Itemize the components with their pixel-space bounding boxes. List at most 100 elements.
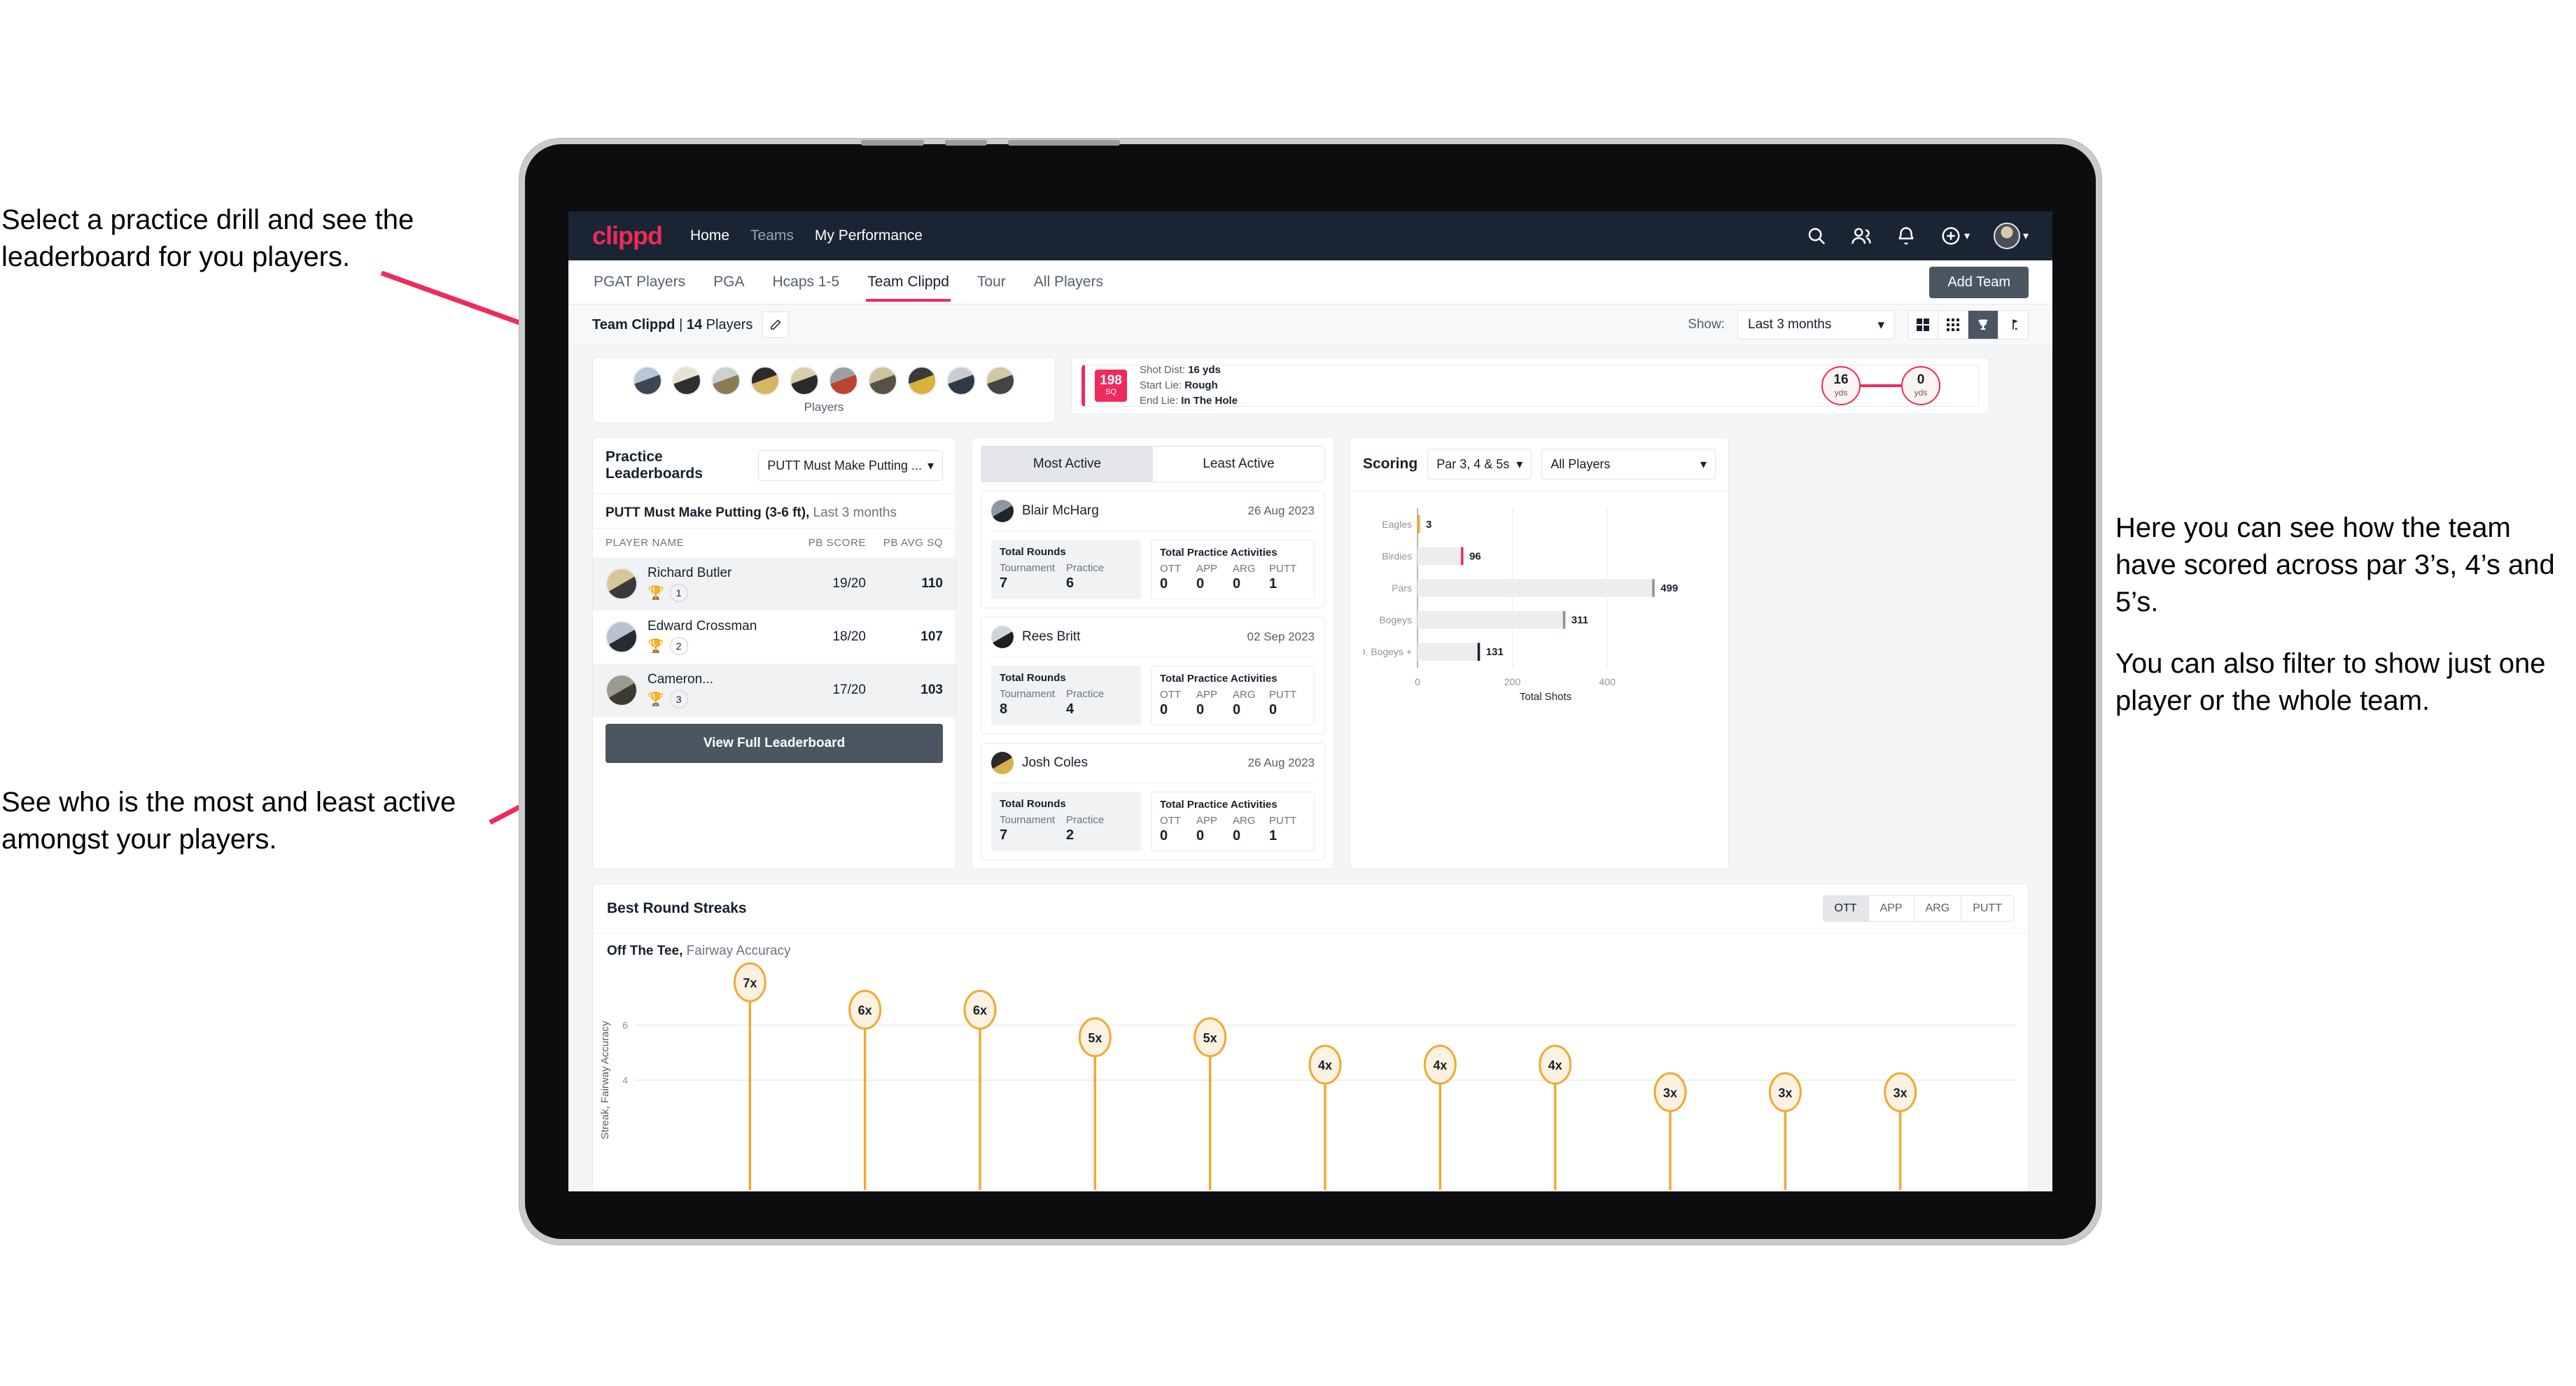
team-name: Team Clippd	[592, 316, 676, 332]
last-activity-date: 02 Sep 2023	[1247, 630, 1315, 643]
drill-select[interactable]: PUTT Must Make Putting ... ▾	[758, 450, 943, 481]
tab-hcaps-1-5[interactable]: Hcaps 1-5	[771, 262, 841, 302]
bar-end-cap	[1461, 547, 1464, 566]
app-stat: APP 0	[1196, 563, 1233, 592]
player-avatar[interactable]	[750, 366, 780, 396]
value-label: 3	[1426, 519, 1432, 531]
player-avatar[interactable]	[907, 366, 937, 396]
streaks-subtitle: Off The Tee, Fairway Accuracy	[593, 933, 2028, 959]
player-filter-select[interactable]: All Players ▾	[1541, 449, 1716, 479]
end-distance-circle: 0 yds	[1901, 366, 1940, 405]
player-avatar[interactable]	[868, 366, 897, 396]
search-icon[interactable]	[1806, 225, 1827, 246]
clippd-logo[interactable]: clippd	[592, 221, 663, 251]
activity-player-card[interactable]: Rees Britt 02 Sep 2023 Total Rounds Tournam…	[981, 617, 1325, 734]
grid-small-icon[interactable]	[1938, 311, 1968, 339]
leaderboard-row[interactable]: Cameron... 🏆 3 17/20 103	[593, 664, 955, 717]
tab-putt[interactable]: PUTT	[1961, 896, 2013, 921]
player-avatar[interactable]	[672, 366, 701, 396]
plus-circle-icon[interactable]	[1940, 225, 1961, 246]
nav-link-home[interactable]: Home	[690, 227, 729, 244]
pb-avg-sq-cell: 103	[920, 682, 943, 697]
player-avatar[interactable]	[946, 366, 976, 396]
view-full-leaderboard-button[interactable]: View Full Leaderboard	[606, 724, 943, 763]
avatar-menu[interactable]: ▾	[1993, 223, 2029, 249]
category-label: Birdies	[1382, 550, 1412, 561]
total-rounds-values: Tournament 7 Practice 6	[1000, 562, 1133, 592]
avatar[interactable]	[1993, 223, 2020, 249]
app-label: APP	[1196, 689, 1218, 701]
player-badges: 🏆 2	[648, 637, 782, 655]
flag-icon[interactable]	[1998, 311, 2028, 339]
edit-team-button[interactable]	[762, 312, 790, 338]
y-axis-label: Streak, Fairway Accuracy	[599, 1021, 611, 1140]
putt-stat: PUTT 0	[1269, 689, 1306, 718]
player-avatar[interactable]	[829, 366, 858, 396]
tab-arg[interactable]: ARG	[1914, 896, 1962, 921]
device-button	[1008, 140, 1120, 146]
tab-most-active[interactable]: Most Active	[981, 447, 1153, 482]
practice-activities-box: Total Practice Activities OTT 0 APP 0 ARG 0 PUT…	[1151, 666, 1315, 725]
drill-period: Last 3 months	[813, 505, 897, 520]
pb-avg-sq-cell: 110	[921, 576, 943, 591]
players-word: Players	[706, 316, 753, 332]
streak-value-label: 6x	[973, 1004, 987, 1018]
device-button	[945, 140, 987, 146]
app-label: APP	[1196, 563, 1218, 575]
column-pb-score: PB SCORE	[808, 537, 866, 549]
tab-ott[interactable]: OTT	[1823, 896, 1869, 921]
ott-label: OTT	[1160, 689, 1181, 701]
bar-end-cap	[1562, 610, 1566, 629]
practice-rounds: Practice 2	[1066, 814, 1133, 844]
par-select[interactable]: Par 3, 4 & 5s ▾	[1427, 449, 1532, 479]
ott-value: 0	[1160, 702, 1168, 718]
app-stat: APP 0	[1196, 815, 1233, 844]
tab-tour[interactable]: Tour	[976, 262, 1007, 302]
player-avatar[interactable]	[711, 366, 741, 396]
tab-least-active[interactable]: Least Active	[1153, 447, 1324, 482]
player-avatar[interactable]	[986, 366, 1015, 396]
activity-card-body: Total Rounds Tournament 7 Practice 6 Total Pr…	[991, 531, 1315, 599]
practice-value: 2	[1066, 827, 1074, 843]
nav-link-teams[interactable]: Teams	[750, 227, 794, 244]
bar	[1418, 579, 1655, 597]
leaderboard-title: Practice Leaderboards	[606, 449, 703, 482]
leaderboard-row[interactable]: Edward Crossman 🏆 2 18/20 107	[593, 610, 955, 664]
trophy-icon[interactable]	[1968, 311, 1998, 339]
bell-icon[interactable]	[1896, 225, 1917, 246]
flag-glyph	[2012, 319, 2018, 330]
bar	[1418, 610, 1565, 629]
annotation-text-filter: You can also filter to show just one pla…	[2115, 648, 2546, 716]
tab-all-players[interactable]: All Players	[1032, 262, 1105, 302]
players-caption: Players	[804, 400, 844, 414]
trophy-icon: 🏆	[648, 586, 664, 601]
activity-player-card[interactable]: Josh Coles 26 Aug 2023 Total Rounds Tournam…	[981, 743, 1325, 860]
putt-label: PUTT	[1269, 563, 1297, 575]
player-badges: 🏆 3	[648, 690, 782, 708]
player-avatar[interactable]	[790, 366, 819, 396]
streak-value-label: 7x	[743, 976, 757, 990]
people-icon[interactable]	[1851, 225, 1872, 246]
leaderboard-row[interactable]: Richard Butler 🏆 1 19/20 110	[593, 557, 955, 610]
activity-card: Most Active Least Active Blair McHarg 26 …	[972, 437, 1334, 869]
tab-app[interactable]: APP	[1869, 896, 1914, 921]
drill-name: PUTT Must Make Putting (3-6 ft),	[606, 505, 810, 520]
plus-circle-menu[interactable]: ▾	[1940, 225, 1970, 246]
streak-value-label: 3x	[1893, 1086, 1907, 1100]
trophy-icon: 🏆	[648, 639, 664, 654]
tab-pga[interactable]: PGA	[712, 262, 746, 302]
add-team-button[interactable]: Add Team	[1929, 266, 2029, 298]
practice-rounds: Practice 4	[1066, 688, 1133, 718]
arg-label: ARG	[1233, 689, 1256, 701]
date-range-select[interactable]: Last 3 months ▾	[1737, 310, 1895, 340]
tab-team-clippd[interactable]: Team Clippd	[866, 262, 951, 302]
ott-value: 0	[1160, 828, 1168, 844]
player-avatar	[991, 626, 1014, 648]
nav-link-my-performance[interactable]: My Performance	[815, 227, 923, 244]
tab-pgat-players[interactable]: PGAT Players	[592, 262, 687, 302]
grid-large-icon[interactable]	[1908, 311, 1938, 339]
tournament-rounds: Tournament 7	[1000, 814, 1066, 844]
activity-player-card[interactable]: Blair McHarg 26 Aug 2023 Total Rounds Tourn…	[981, 491, 1325, 608]
tournament-value: 8	[1000, 701, 1008, 717]
player-avatar[interactable]	[633, 366, 662, 396]
